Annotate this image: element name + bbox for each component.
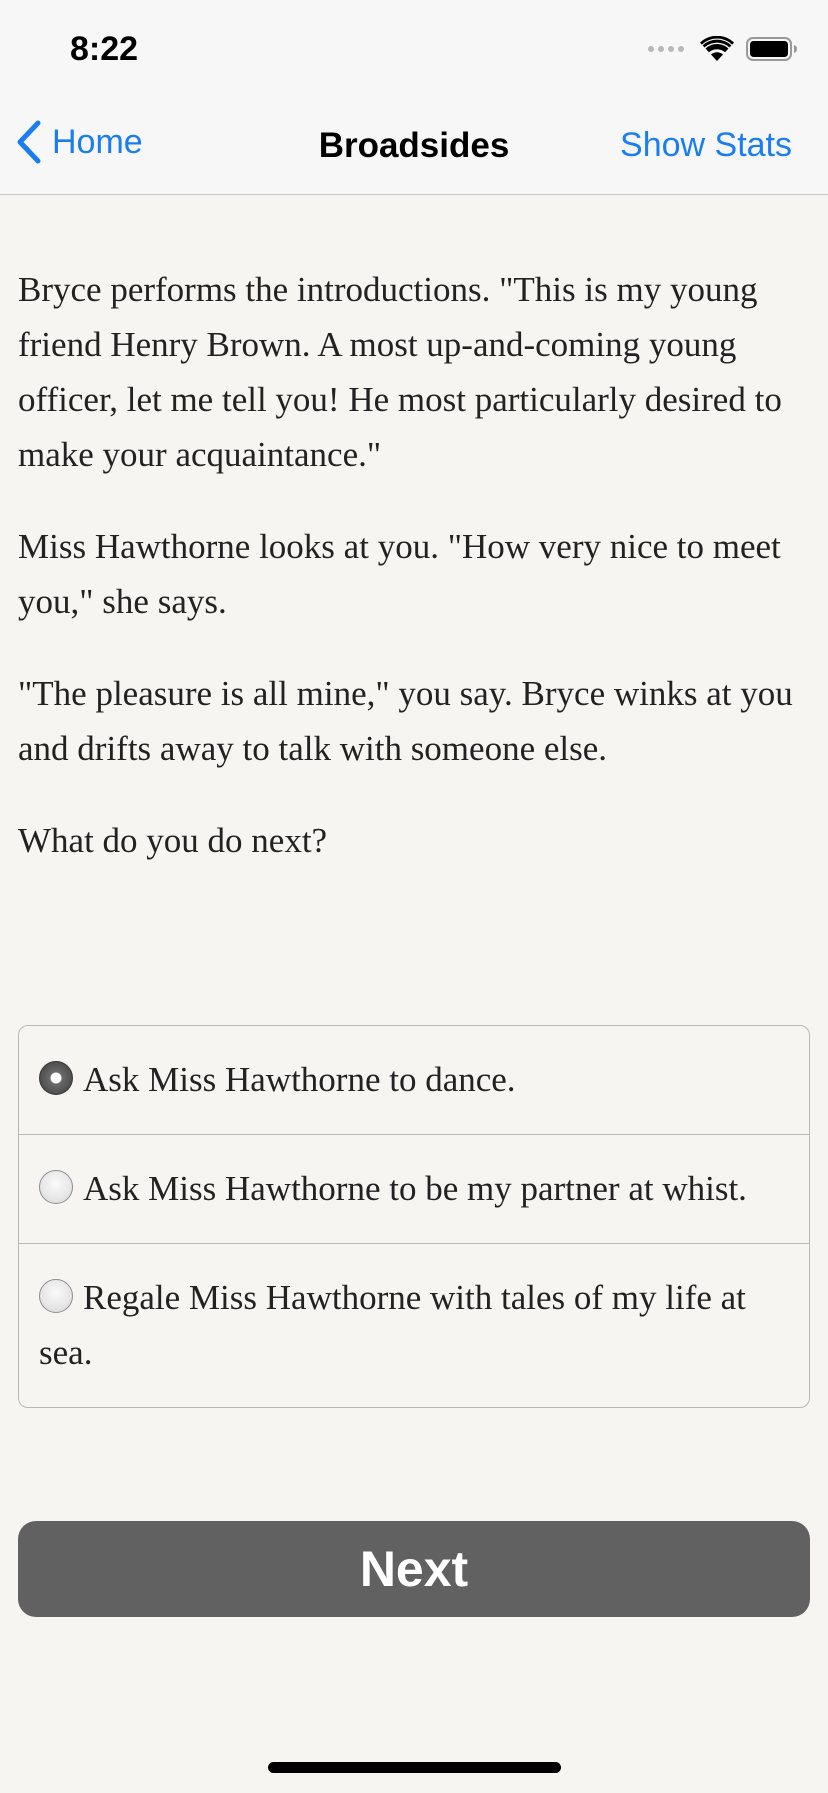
story-paragraph: Miss Hawthorne looks at you. "How very n… [18, 527, 781, 621]
next-button[interactable]: Next [18, 1521, 810, 1617]
story-paragraph: "The pleasure is all mine," you say. Bry… [18, 674, 793, 768]
back-button-label: Home [52, 122, 143, 161]
wifi-icon [700, 36, 734, 61]
choice-label: Ask Miss Hawthorne to be my partner at w… [83, 1169, 747, 1208]
story-paragraph: Bryce performs the introductions. "This … [18, 270, 782, 474]
status-time: 8:22 [70, 30, 139, 68]
radio-unselected-icon[interactable] [39, 1279, 73, 1313]
prompt-question: What do you do next? [18, 821, 328, 860]
radio-selected-icon[interactable] [39, 1061, 73, 1095]
choice-list: Ask Miss Hawthorne to dance. Ask Miss Ha… [18, 1025, 810, 1408]
show-stats-button[interactable]: Show Stats [620, 126, 792, 165]
status-icons [648, 36, 798, 62]
back-button[interactable]: Home [16, 120, 143, 164]
choice-label: Regale Miss Hawthorne with tales of my l… [39, 1278, 746, 1372]
navigation-bar: Home Broadsides Show Stats [0, 100, 828, 195]
radio-unselected-icon[interactable] [39, 1170, 73, 1204]
story-text: Bryce performs the introductions. "This … [18, 262, 810, 905]
chevron-left-icon [17, 120, 41, 164]
battery-icon [746, 37, 797, 61]
choice-option-dance[interactable]: Ask Miss Hawthorne to dance. [19, 1026, 809, 1134]
cellular-signal-icon [648, 46, 688, 52]
home-indicator[interactable] [268, 1762, 561, 1773]
status-bar: 8:22 [0, 0, 828, 100]
choice-option-tales[interactable]: Regale Miss Hawthorne with tales of my l… [19, 1243, 809, 1407]
choice-label: Ask Miss Hawthorne to dance. [83, 1060, 516, 1099]
choice-option-whist[interactable]: Ask Miss Hawthorne to be my partner at w… [19, 1134, 809, 1243]
